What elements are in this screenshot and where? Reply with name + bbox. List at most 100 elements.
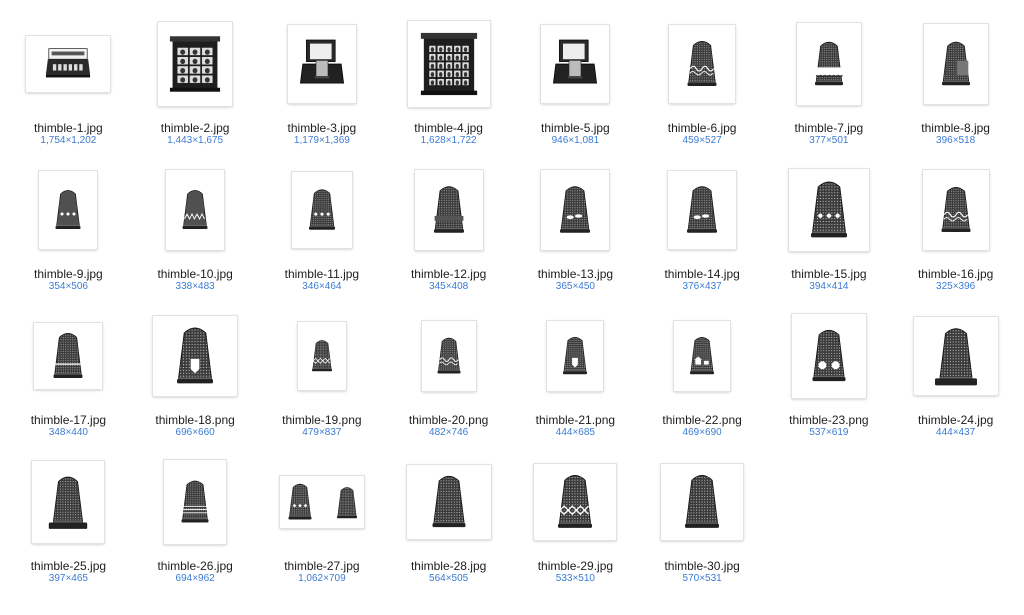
thimble-cabinet-icon[interactable]	[158, 22, 233, 106]
thimble-icon[interactable]	[153, 316, 238, 396]
file-name: thimble-15.jpg	[791, 267, 867, 281]
file-item[interactable]: thimble-8.jpg 396×518	[892, 8, 1019, 154]
file-item[interactable]: thimble-29.jpg 533×510	[512, 446, 639, 592]
image-dimensions: 346×464	[302, 281, 342, 292]
thimble-icon[interactable]	[796, 23, 861, 105]
image-dimensions: 564×505	[429, 573, 469, 584]
thimble-cabinet-icon[interactable]	[407, 21, 490, 107]
file-item[interactable]: thimble-17.jpg 348×440	[5, 300, 132, 446]
thimble-icon[interactable]	[534, 464, 617, 540]
file-name: thimble-21.png	[535, 413, 616, 427]
file-item[interactable]: thimble-1.jpg 1,754×1,202	[5, 8, 132, 154]
thimble-icon[interactable]	[34, 323, 103, 389]
file-item[interactable]: thimble-9.jpg 354×506	[5, 154, 132, 300]
file-item[interactable]: thimble-3.jpg 1,179×1,369	[259, 8, 386, 154]
thimble-icon[interactable]	[913, 317, 998, 395]
file-item[interactable]: thimble-16.jpg 325×396	[892, 154, 1019, 300]
file-item[interactable]: thimble-20.png 482×746	[385, 300, 512, 446]
thumbnail-container	[639, 300, 766, 412]
thimble-icon[interactable]	[32, 461, 105, 543]
file-item[interactable]: thimble-2.jpg 1,443×1,675	[132, 8, 259, 154]
thimble-icon[interactable]	[661, 464, 744, 540]
thumbnail-container	[5, 8, 132, 120]
file-item[interactable]: thimble-18.png 696×660	[132, 300, 259, 446]
thumbnail-container	[512, 8, 639, 120]
file-name: thimble-25.jpg	[30, 559, 107, 573]
thimble-icon[interactable]	[291, 172, 352, 248]
file-item[interactable]: thimble-30.jpg 570×531	[639, 446, 766, 592]
file-name: thimble-26.jpg	[157, 559, 233, 573]
image-dimensions: 459×527	[682, 135, 722, 146]
thimble-icon[interactable]	[547, 321, 604, 391]
image-dimensions: 694×962	[175, 573, 215, 584]
file-name: thimble-22.png	[662, 413, 742, 427]
thimble-icon[interactable]	[406, 465, 491, 539]
image-dimensions: 377×501	[809, 135, 849, 146]
file-item[interactable]: thimble-6.jpg 459×527	[639, 8, 766, 154]
thimble-icon[interactable]	[166, 170, 225, 250]
thimble-icon[interactable]	[669, 25, 736, 103]
image-dimensions: 696×660	[175, 427, 215, 438]
thimble-case-icon[interactable]	[287, 25, 356, 103]
thumbnail-container	[892, 300, 1019, 412]
file-item[interactable]: thimble-15.jpg 394×414	[766, 154, 893, 300]
thimble-icon[interactable]	[414, 170, 483, 250]
file-item[interactable]: thimble-21.png 444×685	[512, 300, 639, 446]
file-item[interactable]: thimble-27.jpg 1,062×709	[259, 446, 386, 592]
file-name: thimble-8.jpg	[921, 121, 990, 135]
file-item[interactable]: thimble-26.jpg 694×962	[132, 446, 259, 592]
file-name: thimble-2.jpg	[160, 121, 230, 135]
file-item[interactable]: thimble-11.jpg 346×464	[259, 154, 386, 300]
file-item[interactable]: thimble-10.jpg 338×483	[132, 154, 259, 300]
thumbnail-container	[259, 154, 386, 266]
image-dimensions: 345×408	[429, 281, 469, 292]
thimble-pair-icon[interactable]	[279, 476, 364, 528]
file-item[interactable]: thimble-13.jpg 365×450	[512, 154, 639, 300]
file-item[interactable]: thimble-7.jpg 377×501	[766, 8, 893, 154]
file-name: thimble-28.jpg	[410, 559, 487, 573]
file-name: thimble-29.jpg	[537, 559, 614, 573]
thumbnail-container	[259, 8, 386, 120]
thumbnail-container	[766, 300, 893, 412]
file-item[interactable]: thimble-14.jpg 376×437	[639, 154, 766, 300]
thimble-icon[interactable]	[421, 321, 476, 391]
file-item[interactable]: thimble-25.jpg 397×465	[5, 446, 132, 592]
image-dimensions: 444×685	[555, 427, 595, 438]
file-item[interactable]: thimble-12.jpg 345×408	[385, 154, 512, 300]
file-name: thimble-3.jpg	[287, 121, 357, 135]
thimble-icon[interactable]	[541, 170, 610, 250]
thimble-icon[interactable]	[923, 24, 988, 104]
file-item[interactable]: thimble-23.png 537×619	[766, 300, 893, 446]
file-item[interactable]: thimble-22.png 469×690	[639, 300, 766, 446]
file-item[interactable]: thimble-24.jpg 444×437	[892, 300, 1019, 446]
file-name: thimble-30.jpg	[664, 559, 740, 573]
thimble-case-icon[interactable]	[541, 25, 610, 103]
thimble-display-box-icon[interactable]	[26, 36, 111, 92]
file-name: thimble-7.jpg	[794, 121, 864, 135]
thimble-icon[interactable]	[39, 171, 98, 249]
file-item[interactable]: thimble-4.jpg 1,628×1,722	[385, 8, 512, 154]
image-dimensions: 1,443×1,675	[167, 135, 224, 146]
thumbnail-container	[385, 446, 512, 558]
image-dimensions: 1,062×709	[298, 573, 346, 584]
thimble-icon[interactable]	[668, 171, 737, 249]
file-item[interactable]: thimble-5.jpg 946×1,081	[512, 8, 639, 154]
thimble-icon[interactable]	[788, 169, 869, 251]
thumbnail-container	[5, 300, 132, 412]
thimble-icon[interactable]	[674, 321, 731, 391]
thimble-icon[interactable]	[164, 460, 227, 544]
file-item[interactable]: thimble-19.png 479×837	[259, 300, 386, 446]
file-grid: thimble-1.jpg 1,754×1,202 thimble-2.jpg …	[0, 0, 1024, 592]
file-name: thimble-6.jpg	[667, 121, 737, 135]
file-name: thimble-9.jpg	[34, 267, 103, 281]
thimble-icon[interactable]	[297, 322, 346, 390]
thimble-icon[interactable]	[791, 314, 866, 398]
file-name: thimble-10.jpg	[157, 267, 233, 281]
file-item[interactable]: thimble-28.jpg 564×505	[385, 446, 512, 592]
file-name: thimble-17.jpg	[30, 413, 107, 427]
thumbnail-container	[512, 300, 639, 412]
thimble-icon[interactable]	[922, 170, 989, 250]
image-dimensions: 354×506	[48, 281, 88, 292]
file-name: thimble-14.jpg	[664, 267, 740, 281]
image-dimensions: 1,179×1,369	[293, 135, 350, 146]
